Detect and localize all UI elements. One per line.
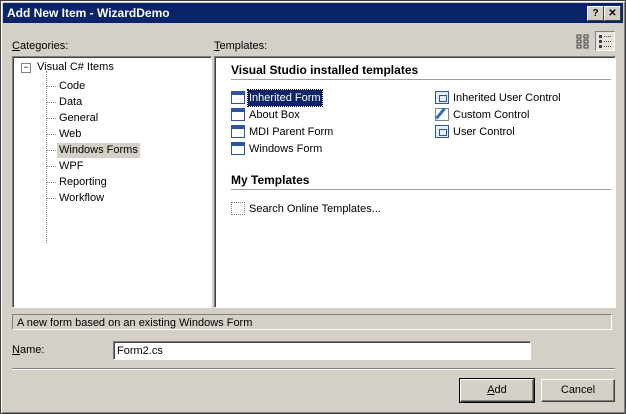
- section-divider: [231, 189, 611, 190]
- category-item-reporting[interactable]: Reporting: [46, 175, 109, 190]
- title-bar[interactable]: Add New Item - WizardDemo ? ✕: [3, 3, 623, 23]
- templates-list[interactable]: Visual Studio installed templates Inheri…: [214, 56, 616, 308]
- collapse-icon[interactable]: −: [21, 63, 31, 73]
- custom-control-icon: [435, 108, 449, 121]
- small-icons-icon: [599, 35, 611, 48]
- inherited-user-control-icon: [435, 91, 449, 104]
- tree-root-label: Visual C# Items: [37, 61, 114, 73]
- user-control-icon: [435, 125, 449, 138]
- category-item-wpf[interactable]: WPF: [46, 159, 85, 174]
- mdi-parent-form-icon: [231, 125, 245, 138]
- name-input[interactable]: [113, 341, 531, 360]
- add-new-item-dialog: Add New Item - WizardDemo ? ✕ Categories…: [0, 0, 626, 414]
- template-description: A new form based on an existing Windows …: [12, 314, 612, 330]
- about-box-icon: [231, 108, 245, 121]
- templates-label: Templates:: [214, 40, 268, 52]
- category-item-general[interactable]: General: [46, 111, 100, 126]
- inherited-form-icon: [231, 91, 245, 104]
- close-button[interactable]: ✕: [604, 6, 621, 21]
- cancel-button[interactable]: Cancel: [541, 379, 615, 402]
- large-icons-icon: [576, 34, 589, 49]
- category-item-code[interactable]: Code: [46, 79, 87, 94]
- categories-tree[interactable]: − Visual C# Items Code Data General Web …: [12, 56, 212, 308]
- add-button[interactable]: Add: [459, 378, 535, 403]
- tree-connector-line: [46, 71, 47, 243]
- section-divider: [231, 79, 611, 80]
- window-title: Add New Item - WizardDemo: [7, 6, 170, 20]
- windows-form-icon: [231, 142, 245, 155]
- category-item-windows-forms[interactable]: Windows Forms: [46, 143, 140, 158]
- small-icons-view-button[interactable]: [595, 31, 615, 51]
- large-icons-view-button[interactable]: [573, 31, 593, 51]
- search-online-icon: [231, 202, 245, 215]
- category-item-workflow[interactable]: Workflow: [46, 191, 106, 206]
- categories-label: Categories:: [12, 40, 69, 52]
- name-label: Name:: [12, 344, 45, 356]
- installed-templates-header: Visual Studio installed templates: [231, 63, 419, 77]
- my-templates-header: My Templates: [231, 173, 310, 187]
- help-button[interactable]: ?: [587, 6, 604, 21]
- category-item-web[interactable]: Web: [46, 127, 83, 142]
- footer-separator: [12, 368, 615, 370]
- category-item-data[interactable]: Data: [46, 95, 84, 110]
